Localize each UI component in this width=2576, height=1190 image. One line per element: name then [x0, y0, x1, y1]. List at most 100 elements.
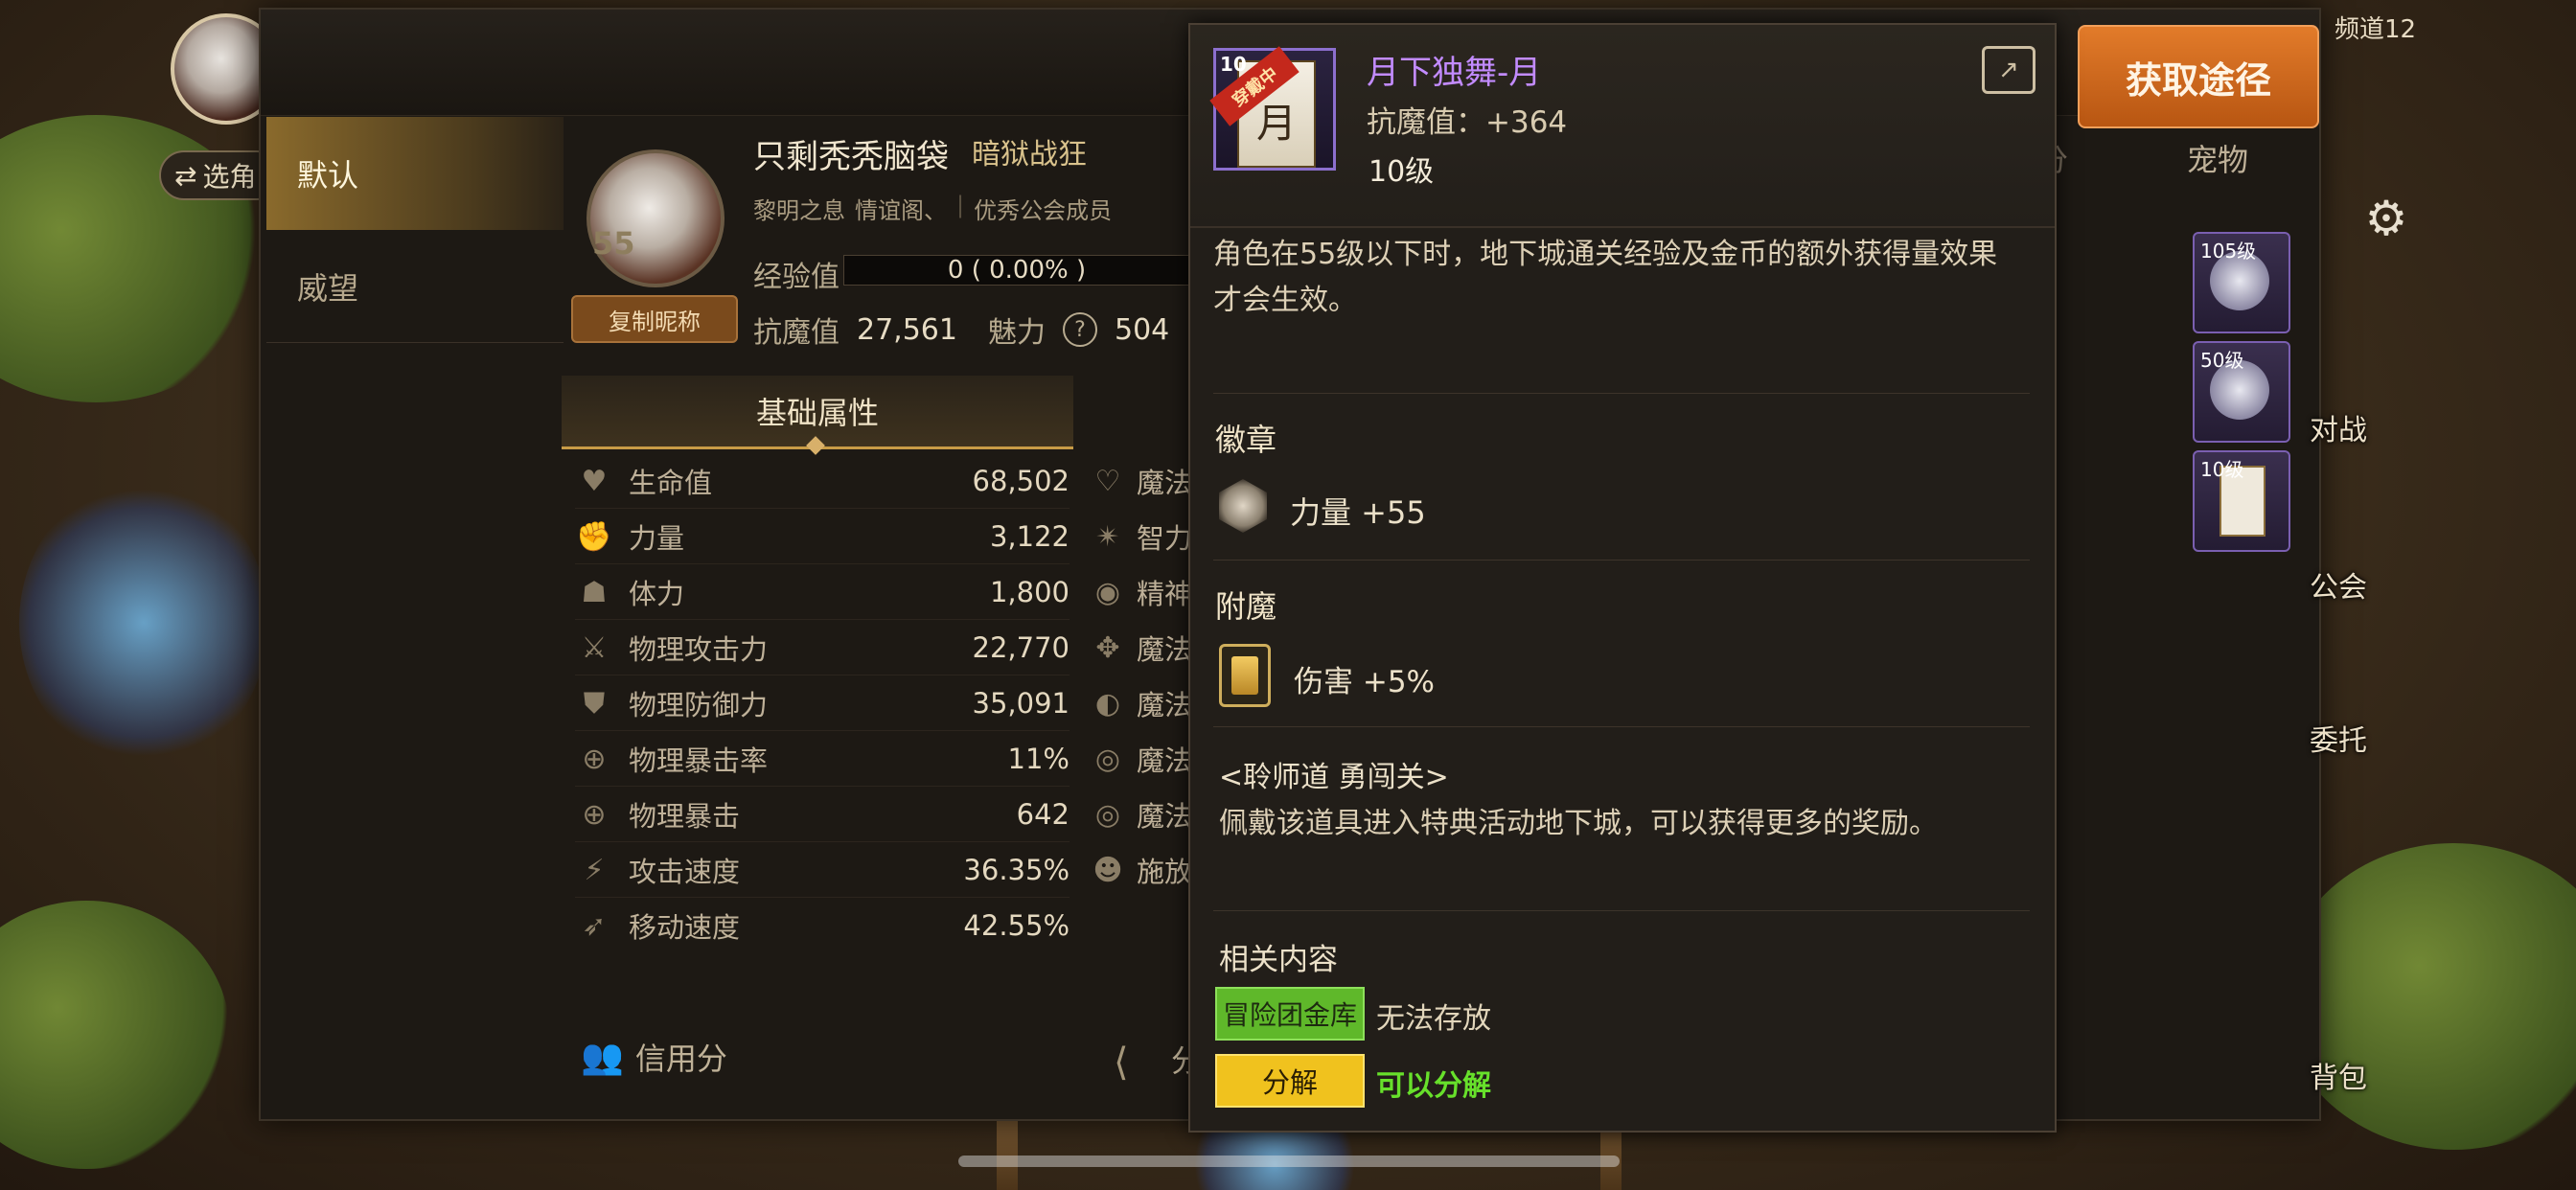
- item-icon: 月 穿戴中 10: [1209, 46, 1336, 171]
- resist-charm-line: 抗魔值 27,561 魅力 ? 504: [753, 309, 1169, 351]
- attack-speed-icon: ⚡: [584, 853, 605, 887]
- spirit-icon: ◉: [1094, 575, 1121, 609]
- badge-icon: [1219, 479, 1267, 533]
- attr-row: ➶ 移动速度 42.55%: [575, 899, 1070, 952]
- activity-description: 佩戴该道具进入特典活动地下城，可以获得更多的奖励。: [1219, 807, 1938, 840]
- enchant-title: 附魔: [1215, 588, 1277, 625]
- arm-icon: ✊: [576, 519, 612, 554]
- character-portrait: [586, 149, 724, 287]
- palm-tree-bottom-left: [0, 901, 230, 1169]
- attr-row: ♥ 生命值 68,502: [575, 454, 1070, 509]
- guild-info: 黎明之息 情谊阁、 | 优秀公会成员: [753, 192, 1112, 225]
- shield-icon: ⛊: [583, 686, 606, 721]
- crosshair-icon: ⊕: [582, 797, 607, 832]
- item-resist: 抗魔值：+364: [1367, 105, 1568, 140]
- heart-outline-icon: ♡: [1094, 464, 1121, 498]
- tab-prestige[interactable]: 威望: [266, 230, 564, 343]
- item-level: 10级: [1368, 155, 1435, 189]
- resist-label: 抗魔值: [753, 316, 840, 350]
- badge-stat: 力量 +55: [1290, 494, 1426, 531]
- help-icon[interactable]: ?: [1062, 312, 1097, 347]
- magic-defense-icon: ◐: [1094, 686, 1121, 721]
- magic-crit-icon: ◎: [1094, 742, 1121, 776]
- channel-label: 频道12: [2334, 15, 2417, 44]
- crosshair-icon: ⊕: [582, 742, 607, 776]
- divider: [1213, 726, 2030, 727]
- gear-icon[interactable]: ⚙: [2359, 191, 2413, 246]
- menu-commission[interactable]: 委托: [2310, 717, 2367, 759]
- magic-crit-icon: ◎: [1094, 797, 1121, 832]
- equip-slot[interactable]: 105级: [2193, 232, 2290, 333]
- tooltip-header: 月 穿戴中 10 月下独舞-月 抗魔值：+364 10级 ↗: [1190, 25, 2055, 228]
- tag-adventure-vault: 冒险团金库: [1215, 987, 1365, 1041]
- item-name: 月下独舞-月: [1367, 54, 1542, 92]
- disassemble-status: 可以分解: [1376, 1069, 1491, 1103]
- divider: [1213, 393, 2030, 394]
- sword-icon: ⚔: [581, 630, 608, 665]
- intellect-icon: ✴: [1095, 519, 1120, 554]
- divider: [1213, 560, 2030, 561]
- attr-row: ⊕ 物理暴击 642: [575, 788, 1070, 842]
- share-item-icon[interactable]: ↗: [1982, 46, 2036, 94]
- attr-row: ✊ 力量 3,122: [575, 510, 1070, 564]
- exp-bar: 0 ( 0.00% ): [843, 255, 1190, 286]
- item-description: 角色在55级以下时，地下城通关经验及金币的额外获得量效果才会生效。: [1213, 238, 1998, 317]
- guild-server: 黎明之息: [753, 197, 845, 224]
- activity-title: <聆师道 勇闯关>: [1219, 761, 1449, 794]
- attr-row: ⚡ 攻击速度 36.35%: [575, 843, 1070, 898]
- attr-row: ⊕ 物理暴击率 11%: [575, 732, 1070, 787]
- attr-row-right: ◎ 魔法: [1089, 732, 1194, 786]
- enchant-card-icon: [1219, 644, 1271, 707]
- attr-row-right: ☻ 施放: [1089, 843, 1194, 897]
- attr-row-right: ♡ 魔法: [1089, 454, 1194, 508]
- item-level-badge: 10: [1220, 53, 1247, 76]
- related-title: 相关内容: [1219, 943, 1338, 977]
- share-icon[interactable]: ⟨: [1114, 1041, 1129, 1085]
- vault-status: 无法存放: [1376, 1002, 1491, 1036]
- tab-pet[interactable]: 宠物: [2187, 136, 2248, 180]
- copy-nickname-button[interactable]: 复制昵称: [571, 295, 738, 343]
- exp-value: 0 ( 0.00% ): [947, 256, 1087, 285]
- character-level: 55: [592, 225, 635, 262]
- heart-icon: ♥: [581, 464, 608, 498]
- attr-row: ⚔ 物理攻击力 22,770: [575, 621, 1070, 675]
- boot-icon: ➶: [582, 908, 607, 943]
- charm-value: 504: [1114, 312, 1170, 347]
- exp-label: 经验值: [753, 261, 840, 294]
- badge-title: 徽章: [1215, 422, 1277, 458]
- menu-guild[interactable]: 公会: [2310, 563, 2367, 606]
- divider: [1213, 910, 2030, 911]
- guild-rank: 优秀公会成员: [974, 197, 1113, 224]
- home-indicator[interactable]: [958, 1156, 1620, 1167]
- attr-row: ⛊ 物理防御力 35,091: [575, 676, 1070, 731]
- charm-label: 魅力: [987, 316, 1046, 350]
- tab-default[interactable]: 默认: [266, 117, 564, 230]
- divider: |: [956, 192, 965, 218]
- menu-bag[interactable]: 背包: [2310, 1054, 2367, 1096]
- wooden-post: [997, 1111, 1018, 1190]
- swap-icon: ⇄: [174, 159, 197, 192]
- palm-tree-right: [2281, 843, 2576, 1150]
- get-source-button[interactable]: 获取途径: [2078, 25, 2319, 128]
- menu-pvp[interactable]: 对战: [2310, 406, 2367, 448]
- guild-name: 情谊阁、: [855, 197, 947, 224]
- attr-row-right: ◐ 魔法: [1089, 676, 1194, 730]
- credit-score-button[interactable]: 👥 信用分: [581, 1035, 727, 1079]
- character-job: 暗狱战狂: [972, 138, 1087, 172]
- attr-row-right: ✥ 魔法: [1089, 621, 1194, 675]
- item-tooltip: 月 穿戴中 10 月下独舞-月 抗魔值：+364 10级 ↗ 角色在55级以下时…: [1188, 23, 2057, 1133]
- people-icon: 👥: [581, 1038, 624, 1077]
- attr-row-right: ◉ 精神: [1089, 565, 1194, 619]
- enchant-stat: 伤害 +5%: [1294, 665, 1436, 699]
- attr-row-right: ✴ 智力: [1089, 510, 1194, 563]
- cast-speed-icon: ☻: [1092, 853, 1123, 887]
- equip-slot[interactable]: 10级: [2193, 450, 2290, 552]
- attr-row-right: ◎ 魔法: [1089, 788, 1194, 841]
- magic-attack-icon: ✥: [1095, 630, 1120, 665]
- attr-row: ☗ 体力 1,800: [575, 565, 1070, 620]
- person-icon: ☗: [581, 575, 608, 609]
- tag-disassemble: 分解: [1215, 1054, 1365, 1108]
- resist-value: 27,561: [857, 312, 957, 347]
- equip-slot[interactable]: 50级: [2193, 341, 2290, 443]
- character-name: 只剩秃秃脑袋: [753, 138, 949, 176]
